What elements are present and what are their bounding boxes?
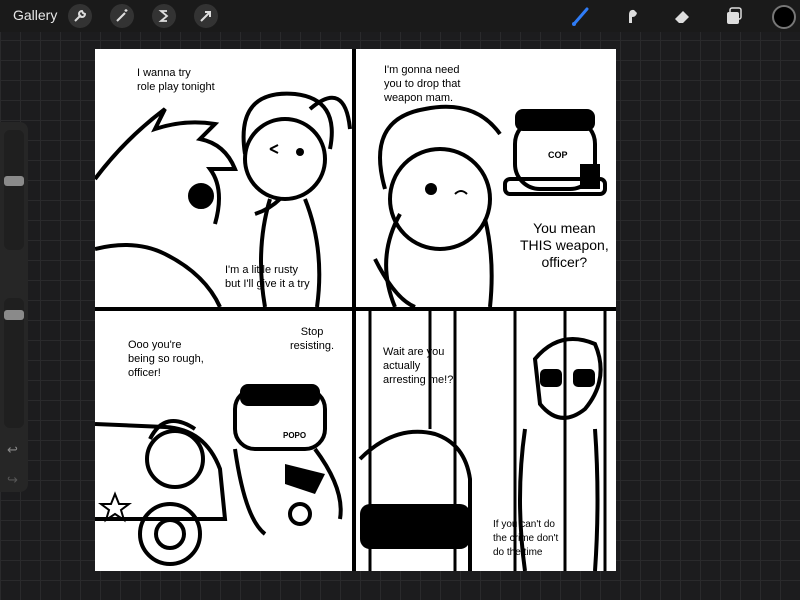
selection-s-icon[interactable] — [152, 4, 176, 28]
eraser-icon[interactable] — [671, 5, 693, 27]
panel1-speech-1: I wanna try role play tonight — [137, 67, 215, 93]
comic-artwork — [95, 49, 616, 571]
top-toolbar: Gallery — [0, 0, 800, 32]
wrench-icon[interactable] — [68, 4, 92, 28]
left-sidebar: ↩ ↪ — [0, 122, 28, 492]
panel2-art — [373, 104, 607, 309]
panel4-speech-1: Wait are you actually arresting me!? — [383, 346, 454, 386]
panel2-speech-2: You mean THIS weapon, officer? — [520, 220, 609, 270]
brush-size-slider[interactable] — [4, 130, 24, 250]
panel4-speech-2: If you can't do the crime don't do the t… — [493, 519, 559, 558]
panel1-speech-2: I'm a little rusty but I'll give it a tr… — [225, 264, 310, 290]
brush-size-thumb[interactable] — [4, 176, 24, 186]
magic-wand-icon[interactable] — [110, 4, 134, 28]
transform-arrow-icon[interactable] — [194, 4, 218, 28]
color-picker-button[interactable] — [772, 5, 796, 29]
layers-icon[interactable] — [722, 5, 744, 27]
redo-icon[interactable]: ↪ — [7, 472, 18, 488]
gallery-button[interactable]: Gallery — [13, 7, 57, 23]
panel2-badge: COP — [548, 150, 568, 160]
panel1-art — [95, 91, 352, 308]
panel3-speech-2: Stop resisting. — [290, 326, 335, 352]
opacity-thumb[interactable] — [4, 310, 24, 320]
drawing-canvas[interactable]: I wanna try role play tonight I'm a litt… — [95, 49, 616, 571]
panel3-speech-1: Ooo you're being so rough, officer! — [128, 339, 204, 379]
undo-icon[interactable]: ↩ — [7, 442, 18, 458]
brush-icon[interactable] — [570, 5, 592, 27]
panel2-speech-1: I'm gonna need you to drop that weapon m… — [384, 64, 461, 104]
smudge-icon[interactable] — [621, 5, 643, 27]
panel3-badge: POPO — [283, 431, 307, 440]
